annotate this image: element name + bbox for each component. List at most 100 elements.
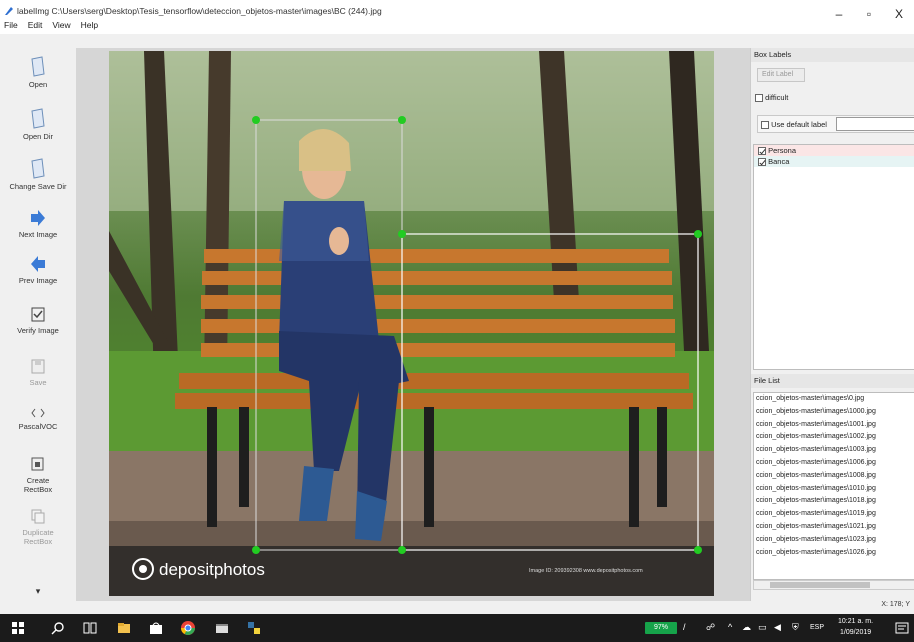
store-icon[interactable] (148, 620, 164, 636)
file-item[interactable]: ccion_objetos-master\images\0.jpg (754, 393, 914, 406)
banca-checkbox[interactable] (758, 158, 766, 167)
format-pascalvoc-button[interactable]: PascalVOC (0, 406, 76, 431)
file-item[interactable]: ccion_objetos-master\images\1001.jpg (754, 419, 914, 432)
save-label: Save (29, 378, 47, 387)
change-save-dir-label: Change Save Dir (9, 182, 67, 191)
file-item[interactable]: ccion_objetos-master\images\1019.jpg (754, 508, 914, 521)
label-item-text: Persona (768, 146, 797, 155)
file-list-title: File List (751, 374, 914, 388)
box-corner-handle[interactable] (694, 230, 702, 238)
menu-help[interactable]: Help (81, 20, 98, 30)
prev-image-button[interactable]: Prev Image (0, 254, 76, 285)
open-dir-icon (31, 108, 45, 129)
task-view-icon[interactable] (82, 620, 98, 636)
label-list[interactable]: Persona Banca (753, 144, 914, 370)
format-label: PascalVOC (18, 422, 58, 431)
verify-check-icon (31, 307, 45, 322)
file-item[interactable]: ccion_objetos-master\images\1000.jpg (754, 406, 914, 419)
window-controls: – ▫ X (824, 4, 914, 24)
label-item-persona[interactable]: Persona (754, 145, 914, 156)
save-button[interactable]: Save (0, 358, 76, 387)
box-corner-handle[interactable] (694, 546, 702, 554)
clock-time[interactable]: 10:21 a. m. (838, 618, 873, 625)
use-default-label-text: Use default label (771, 120, 827, 129)
file-item[interactable]: ccion_objetos-master\images\1003.jpg (754, 444, 914, 457)
people-icon[interactable]: ☍ (706, 622, 715, 633)
open-dir-label: Open Dir (22, 132, 53, 141)
box-corner-handle[interactable] (252, 546, 260, 554)
clock-date[interactable]: 1/09/2019 (840, 629, 871, 636)
menu-edit[interactable]: Edit (28, 20, 43, 30)
windows-start-icon[interactable] (10, 620, 26, 636)
difficult-checkbox[interactable] (755, 94, 763, 103)
label-item-banca[interactable]: Banca (754, 156, 914, 167)
volume-icon[interactable]: ◀ (774, 622, 781, 633)
language-indicator[interactable]: ESP (810, 624, 824, 631)
title-bar: labelImg C:\Users\serg\Desktop\Tesis_ten… (0, 0, 914, 34)
difficult-row: difficult (755, 93, 788, 103)
create-rectbox-label: Create RectBox (23, 476, 53, 494)
open-label: Open (28, 80, 48, 89)
box-corner-handle[interactable] (252, 116, 260, 124)
change-save-dir-icon (31, 158, 45, 179)
menu-bar: File Edit View Help (4, 20, 98, 30)
show-hidden-icons-icon[interactable]: ^ (728, 622, 732, 632)
persona-bounding-box[interactable] (255, 119, 403, 551)
box-corner-handle[interactable] (398, 546, 406, 554)
persona-checkbox[interactable] (758, 147, 766, 156)
onedrive-icon[interactable]: ☁ (742, 622, 751, 633)
maximize-button[interactable]: ▫ (854, 4, 884, 24)
banca-bounding-box[interactable] (401, 233, 699, 551)
verify-image-button[interactable]: Verify Image (0, 306, 76, 335)
search-icon[interactable] (50, 620, 66, 636)
edit-label-button[interactable]: Edit Label (757, 68, 805, 82)
menu-view[interactable]: View (52, 20, 70, 30)
edit-label-text: Edit Label (762, 71, 794, 78)
open-dir-button[interactable]: Open Dir (0, 108, 76, 141)
file-item[interactable]: ccion_objetos-master\images\1023.jpg (754, 534, 914, 547)
file-item[interactable]: ccion_objetos-master\images\1006.jpg (754, 457, 914, 470)
python-icon[interactable] (246, 620, 262, 636)
notification-icon[interactable] (894, 620, 910, 636)
code-brackets-icon (31, 408, 45, 418)
arrow-right-icon (31, 210, 45, 226)
duplicate-icon (31, 509, 45, 524)
annotation-overlay (252, 116, 702, 554)
battery-indicator[interactable]: 97% (645, 622, 677, 634)
file-explorer-icon[interactable] (116, 620, 132, 636)
arrow-left-icon (31, 256, 45, 272)
file-list-horizontal-scrollbar[interactable] (753, 580, 914, 590)
file-item[interactable]: ccion_objetos-master\images\1026.jpg (754, 547, 914, 560)
scrollbar-thumb[interactable] (770, 582, 870, 588)
duplicate-rectbox-button[interactable]: Duplicate RectBox (0, 508, 76, 546)
box-corner-handle[interactable] (398, 116, 406, 124)
box-corner-handle[interactable] (398, 230, 406, 238)
create-rectbox-button[interactable]: Create RectBox (0, 456, 76, 494)
box-labels-title: Box Labels (751, 48, 914, 62)
more-tools-chevron-icon[interactable]: ▾ (0, 586, 76, 597)
minimize-button[interactable]: – (824, 4, 854, 24)
label-item-text: Banca (768, 157, 790, 166)
menu-file[interactable]: File (4, 20, 18, 30)
file-item[interactable]: ccion_objetos-master\images\1010.jpg (754, 483, 914, 496)
image-canvas[interactable]: depositphotos Image ID: 209392308 www.de… (76, 48, 750, 601)
chrome-icon[interactable] (180, 620, 196, 636)
file-item[interactable]: ccion_objetos-master\images\1021.jpg (754, 521, 914, 534)
tray-chevron-icon[interactable]: / (683, 622, 686, 632)
file-item[interactable]: ccion_objetos-master\images\1018.jpg (754, 495, 914, 508)
app-window-icon[interactable] (214, 620, 230, 636)
create-rectbox-icon (31, 457, 44, 471)
shield-icon[interactable]: ⛨ (792, 622, 799, 633)
file-item[interactable]: ccion_objetos-master\images\1008.jpg (754, 470, 914, 483)
network-icon[interactable]: ▭ (758, 622, 767, 633)
next-image-button[interactable]: Next Image (0, 208, 76, 239)
verify-image-label: Verify Image (17, 326, 59, 335)
file-list[interactable]: ccion_objetos-master\images\0.jpg ccion_… (753, 392, 914, 580)
change-save-dir-button[interactable]: Change Save Dir (0, 158, 76, 191)
close-button[interactable]: X (884, 4, 914, 24)
open-button[interactable]: Open (0, 56, 76, 89)
right-dock-panel: Box Labels Edit Label difficult Use defa… (750, 48, 914, 601)
use-default-label-checkbox[interactable] (761, 121, 769, 130)
file-item[interactable]: ccion_objetos-master\images\1002.jpg (754, 431, 914, 444)
default-label-input[interactable] (836, 117, 914, 131)
